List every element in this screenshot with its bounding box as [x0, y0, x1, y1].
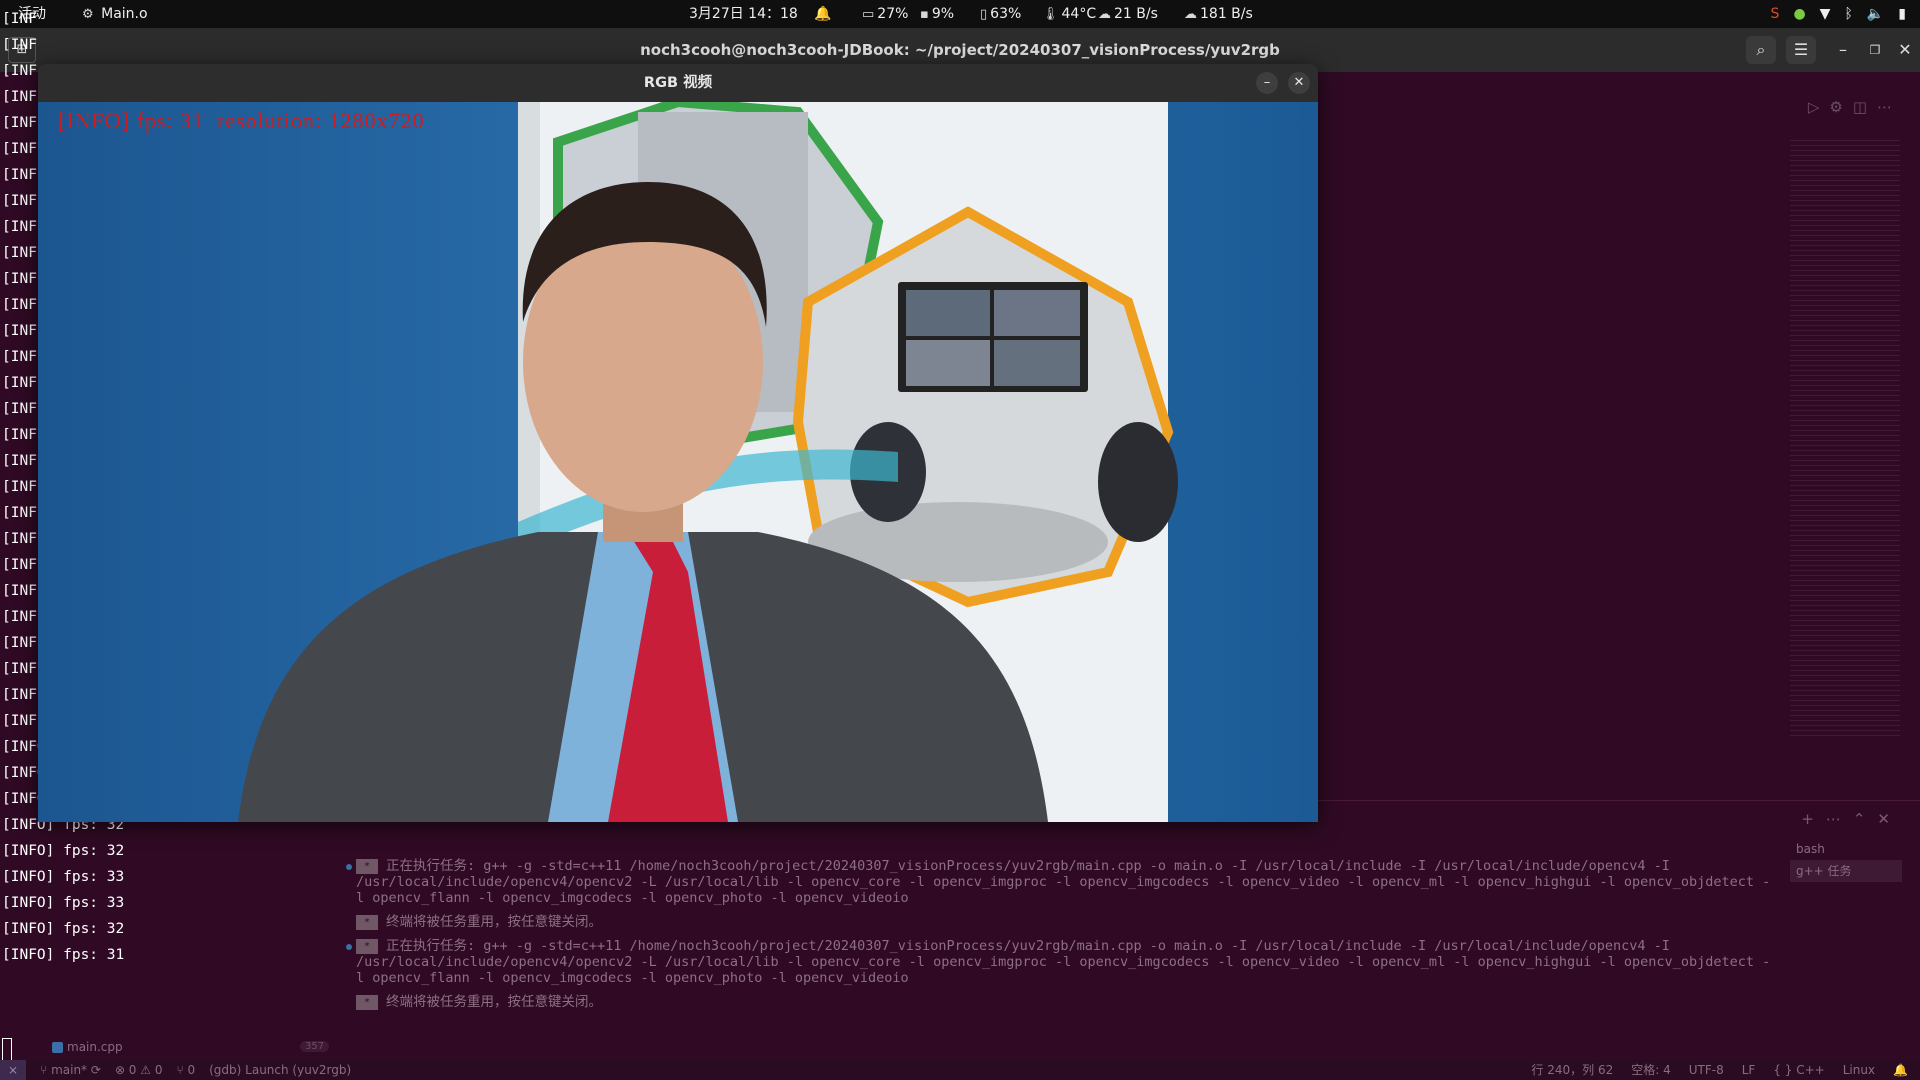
maximize-icon[interactable]: ❐ — [1860, 36, 1890, 64]
terminal-line: [INF — [2, 11, 37, 27]
video-scene — [38, 102, 1318, 822]
terminal-line: [INFO] fps: 32 — [2, 843, 125, 859]
disk-indicator[interactable]: ▪ 9% — [920, 0, 954, 28]
task-output-block: * 终端将被任务重用，按任意键关闭。 — [356, 914, 1776, 930]
input-method-icon[interactable]: S — [1771, 6, 1780, 22]
notification-bell-icon[interactable]: 🔔 — [814, 0, 831, 28]
system-tray: S ● ▼ ᛒ 🔈 ▮ — [1771, 0, 1906, 28]
terminal-list-item[interactable]: g++ 任务 — [1790, 860, 1902, 882]
split-editor-icon[interactable]: ◫ — [1853, 98, 1877, 116]
volume-icon[interactable]: 🔈 — [1867, 6, 1884, 22]
maximize-panel-icon[interactable]: ⌃ — [1853, 810, 1878, 828]
ports-indicator[interactable]: ⑂ 0 — [176, 1060, 195, 1080]
status-dot-icon — [346, 864, 352, 870]
video-window-title: RGB 视频 — [643, 75, 713, 91]
task-star-icon: * — [356, 938, 378, 954]
cpu-icon: ▭ — [862, 7, 875, 22]
run-icon[interactable]: ▷ — [1808, 98, 1830, 116]
upload-cloud-icon: ☁ — [1098, 7, 1111, 22]
cpu-indicator[interactable]: ▭ 27% — [862, 0, 908, 28]
thermometer-icon: 🌡 — [1042, 7, 1059, 22]
checkbox-icon — [52, 1042, 63, 1053]
app-tray-icon[interactable]: ● — [1793, 6, 1805, 22]
bluetooth-icon[interactable]: ᛒ — [1844, 6, 1852, 22]
minimize-icon[interactable]: – — [1256, 72, 1278, 94]
memory-icon: ▯ — [980, 7, 988, 22]
task-output-block: * 正在执行任务: g++ -g -std=c++11 /home/noch3co… — [346, 938, 1776, 986]
os-indicator[interactable]: Linux — [1843, 1060, 1875, 1080]
download-indicator[interactable]: ☁ 181 B/s — [1184, 0, 1253, 28]
task-output: * 正在执行任务: g++ -g -std=c++11 /home/noch3co… — [346, 858, 1776, 1018]
search-icon[interactable]: ⌕ — [1746, 36, 1776, 64]
temperature-indicator[interactable]: 🌡 44°C — [1042, 0, 1096, 28]
rgb-video-window[interactable]: RGB 视频 – ✕ [INFO] fps: 31 resolution: 12… — [38, 64, 1318, 822]
terminal-line: [INFO] fps: 31 — [2, 947, 125, 963]
cursor-position[interactable]: 行 240，列 62 — [1531, 1060, 1613, 1080]
terminal-line: [INF — [2, 37, 37, 53]
task-output-text: 正在执行任务: g++ -g -std=c++11 /home/noch3coo… — [356, 938, 1771, 986]
editor-toolbar: ▷⚙◫⋯ — [1808, 98, 1902, 116]
video-overlay-info: [INFO] fps: 31 resolution: 1280x720 — [58, 108, 425, 133]
notifications-bell-icon[interactable]: 🔔 — [1893, 1060, 1908, 1080]
status-dot-icon — [346, 944, 352, 950]
close-icon[interactable]: ✕ — [1890, 36, 1920, 64]
minimap[interactable] — [1790, 140, 1900, 740]
battery-icon[interactable]: ▮ — [1898, 6, 1906, 22]
task-output-text: 终端将被任务重用，按任意键关闭。 — [386, 914, 602, 930]
status-bar: ⨯ ⑂ main* ⟳ ⊗ 0 ⚠ 0 ⑂ 0 (gdb) Launch (yu… — [0, 1060, 1920, 1080]
terminal-line: [INFO] fps: 32 — [2, 921, 125, 937]
task-star-icon: * — [356, 914, 378, 930]
upload-indicator[interactable]: ☁ 21 B/s — [1098, 0, 1158, 28]
hamburger-menu-icon[interactable]: ☰ — [1786, 36, 1816, 64]
task-output-block: * 终端将被任务重用，按任意键关闭。 — [356, 994, 1776, 1010]
remote-indicator-icon[interactable]: ⨯ — [0, 1060, 27, 1080]
task-output-text: 终端将被任务重用，按任意键关闭。 — [386, 994, 602, 1010]
memory-indicator[interactable]: ▯ 63% — [980, 0, 1021, 28]
line-count-badge: 357 — [300, 1041, 330, 1052]
task-output-block: * 正在执行任务: g++ -g -std=c++11 /home/noch3co… — [346, 858, 1776, 906]
close-icon[interactable]: ✕ — [1288, 72, 1310, 94]
task-star-icon: * — [356, 858, 378, 874]
clock[interactable]: 3月27日 14：18 — [689, 0, 798, 28]
terminal-line: [INFO] fps: 33 — [2, 895, 125, 911]
terminal-line: [INFO] fps: 33 — [2, 869, 125, 885]
minimize-icon[interactable]: – — [1828, 36, 1858, 64]
settings-gear-icon[interactable]: ⚙ — [1829, 98, 1852, 116]
download-cloud-icon: ☁ — [1184, 7, 1197, 22]
terminal-list-item[interactable]: bash — [1790, 838, 1902, 860]
video-window-titlebar[interactable]: RGB 视频 – ✕ — [38, 64, 1318, 102]
more-icon[interactable]: ⋯ — [1826, 810, 1853, 828]
panel-toolbar: +⋯⌃✕ — [1801, 810, 1902, 828]
indent-setting[interactable]: 空格: 4 — [1631, 1060, 1671, 1080]
problems-indicator[interactable]: ⊗ 0 ⚠ 0 — [115, 1060, 163, 1080]
terminal-list: bash g++ 任务 — [1790, 838, 1902, 882]
add-terminal-icon[interactable]: + — [1801, 810, 1826, 828]
task-output-text: 正在执行任务: g++ -g -std=c++11 /home/noch3coo… — [356, 858, 1771, 906]
branch-indicator[interactable]: ⑂ main* ⟳ — [40, 1060, 101, 1080]
encoding[interactable]: UTF-8 — [1689, 1060, 1724, 1080]
disk-icon: ▪ — [920, 7, 929, 22]
wifi-icon[interactable]: ▼ — [1820, 6, 1831, 22]
close-panel-icon[interactable]: ✕ — [1877, 810, 1902, 828]
ghost-file-entry: main.cpp — [52, 1040, 123, 1054]
more-icon[interactable]: ⋯ — [1877, 98, 1902, 116]
branch-icon: ⑂ — [40, 1063, 52, 1077]
video-frame: [INFO] fps: 31 resolution: 1280x720 — [38, 102, 1318, 822]
language-mode[interactable]: { } C++ — [1773, 1060, 1824, 1080]
eol[interactable]: LF — [1742, 1060, 1756, 1080]
launch-config[interactable]: (gdb) Launch (yuv2rgb) — [209, 1060, 351, 1080]
task-star-icon: * — [356, 994, 378, 1010]
